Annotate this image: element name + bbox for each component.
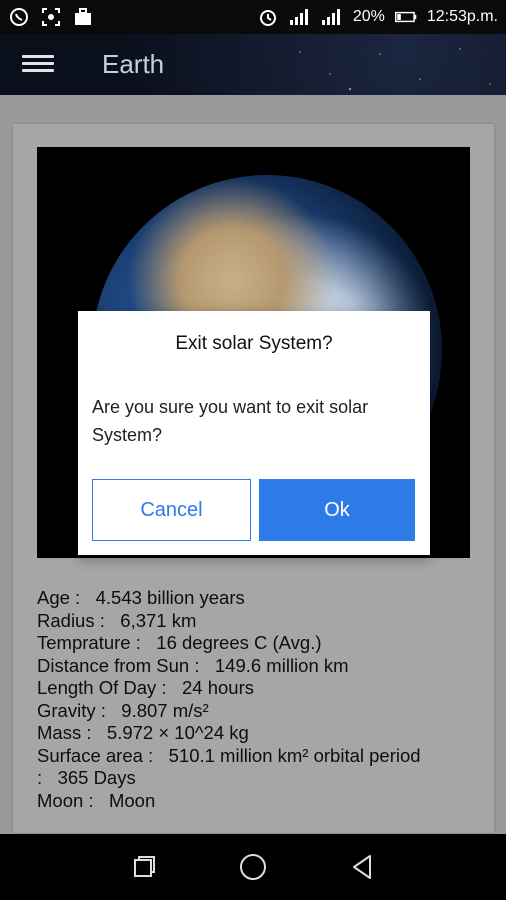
detail-mass: Mass : 5.972 × 10^24 kg bbox=[37, 722, 249, 743]
status-bar: 20% 12:53p.m. bbox=[0, 0, 506, 34]
detail-surface-area: Surface area : 510.1 million km² orbital… bbox=[37, 744, 421, 766]
status-left bbox=[8, 6, 94, 28]
planet-details: Age : 4.543 billion years Radius : 6,371… bbox=[37, 587, 477, 812]
detail-radius: Radius : 6,371 km bbox=[37, 609, 197, 631]
detail-distance: Distance from Sun : 149.6 million km bbox=[37, 654, 349, 676]
briefcase-icon bbox=[72, 6, 94, 28]
back-icon[interactable] bbox=[344, 849, 380, 885]
battery-percent: 20% bbox=[352, 8, 385, 25]
detail-day-length: Length Of Day : 24 hours bbox=[37, 677, 254, 698]
recents-icon[interactable] bbox=[126, 849, 162, 885]
screenshot-icon bbox=[40, 6, 62, 28]
detail-gravity: Gravity : 9.807 m/s² bbox=[37, 699, 209, 721]
dialog-message: Are you sure you want to exit solar Syst… bbox=[92, 397, 369, 445]
ok-button[interactable]: Ok bbox=[259, 479, 415, 541]
signal-icon bbox=[321, 6, 343, 28]
detail-moon: Moon : Moon bbox=[37, 789, 156, 811]
status-right: 20% 12:53p.m. bbox=[257, 6, 498, 28]
home-icon[interactable] bbox=[235, 849, 271, 885]
navigation-bar bbox=[0, 834, 506, 900]
alarm-icon bbox=[257, 6, 279, 28]
exit-dialog: Exit solar System? Are you sure you want… bbox=[78, 311, 430, 555]
battery-icon bbox=[394, 6, 417, 28]
app-bar: Earth bbox=[0, 34, 506, 95]
whatsapp-icon bbox=[8, 6, 30, 28]
detail-age: Age : 4.543 billion years bbox=[37, 587, 245, 608]
detail-temperature: Temprature : 16 degrees C (Avg.) bbox=[37, 632, 322, 653]
page-title: Earth bbox=[102, 49, 165, 79]
clock: 12:53p.m. bbox=[426, 8, 498, 25]
cancel-button[interactable]: Cancel bbox=[92, 479, 251, 541]
menu-icon[interactable] bbox=[22, 51, 54, 77]
detail-orbital-period: : 365 Days bbox=[37, 767, 136, 788]
dialog-title: Exit solar System? bbox=[175, 333, 333, 354]
signal-icon bbox=[289, 6, 311, 28]
